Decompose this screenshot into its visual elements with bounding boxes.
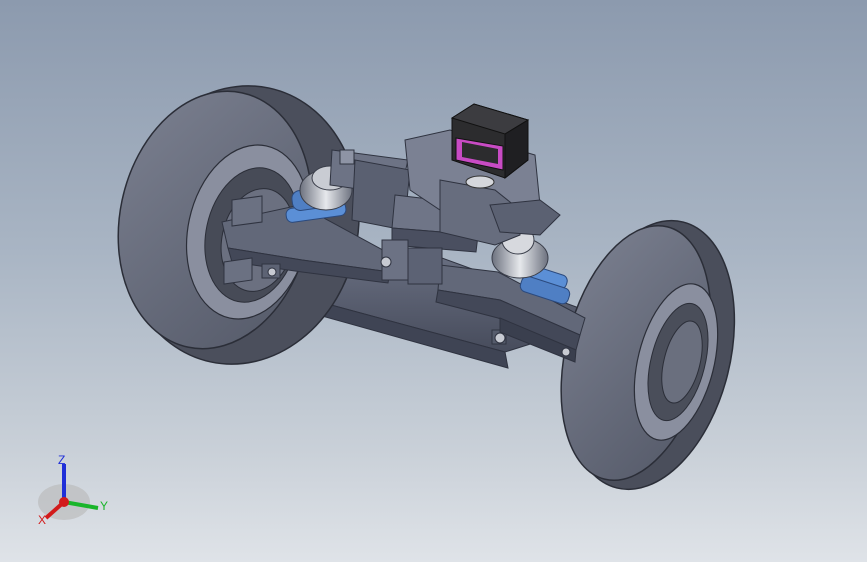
- z-axis-label: Z: [58, 453, 65, 467]
- suspension-assembly-model[interactable]: [0, 0, 867, 562]
- cad-viewport[interactable]: Z Y X: [0, 0, 867, 562]
- y-axis-label: Y: [100, 499, 108, 513]
- x-axis-label: X: [38, 513, 46, 527]
- triad-origin: [59, 497, 69, 507]
- orientation-triad[interactable]: Z Y X: [30, 450, 120, 530]
